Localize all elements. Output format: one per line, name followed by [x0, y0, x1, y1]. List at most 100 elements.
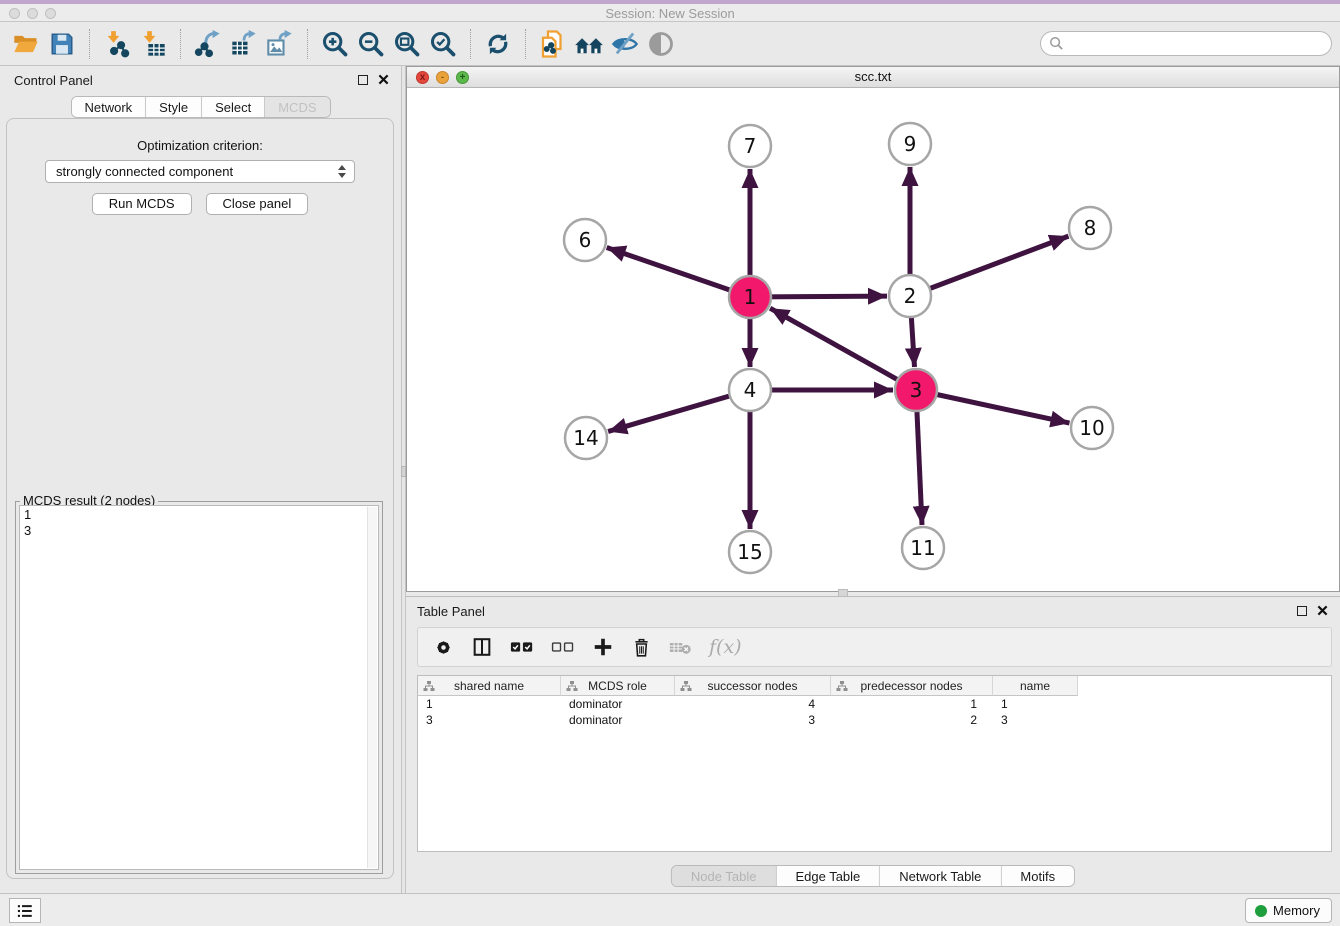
network-minimize-button[interactable]: - [436, 71, 449, 84]
graph-node-15[interactable]: 15 [729, 531, 771, 573]
column-header-predecessor-nodes[interactable]: predecessor nodes [831, 676, 993, 696]
zoom-in-button[interactable] [317, 26, 353, 62]
import-table-icon [139, 30, 167, 58]
toggle-visibility-button[interactable] [643, 26, 679, 62]
zoom-selected-button[interactable] [425, 26, 461, 62]
hide-selected-button[interactable] [607, 26, 643, 62]
deselect-all-icon[interactable] [551, 639, 575, 655]
graph-node-9[interactable]: 9 [889, 123, 931, 165]
export-network-button[interactable] [190, 26, 226, 62]
delete-column-trash-icon[interactable] [631, 637, 652, 658]
export-table-button[interactable] [226, 26, 262, 62]
open-session-button[interactable] [8, 26, 44, 62]
graph-node-6[interactable]: 6 [564, 219, 606, 261]
clone-network-icon [538, 29, 568, 59]
table-tab-node-table[interactable]: Node Table [672, 866, 777, 886]
control-panel-tabs: NetworkStyleSelectMCDS [70, 96, 330, 118]
graph-edge-3-10[interactable] [916, 390, 1070, 423]
graph-node-14[interactable]: 14 [565, 417, 607, 459]
tab-network[interactable]: Network [71, 97, 146, 117]
export-image-button[interactable] [262, 26, 298, 62]
table-panel: Table Panel f(x) shared nameMCDS rolesuc… [406, 596, 1340, 893]
column-header-mcds-role[interactable]: MCDS role [561, 676, 675, 696]
search-icon [1049, 36, 1064, 51]
network-maximize-button[interactable]: + [456, 71, 469, 84]
control-panel-title: Control Panel [14, 73, 93, 88]
zoom-window-button[interactable] [45, 8, 56, 19]
graph-edge-1-6[interactable] [607, 248, 750, 298]
delete-table-icon[interactable] [669, 639, 692, 656]
run-mcds-button[interactable]: Run MCDS [92, 193, 192, 215]
graph-node-11[interactable]: 11 [902, 527, 944, 569]
column-header-shared-name[interactable]: shared name [418, 676, 561, 696]
toolbar-separator [89, 29, 90, 59]
graph-node-10[interactable]: 10 [1071, 407, 1113, 449]
network-canvas[interactable]: 1 2 3 4 6 7 8 9 10 11 14 15 [407, 88, 1339, 591]
node-table: shared nameMCDS rolesuccessor nodesprede… [417, 675, 1332, 852]
table-tab-motifs[interactable]: Motifs [1001, 866, 1074, 886]
graph-node-3[interactable]: 3 [895, 369, 937, 411]
float-panel-button[interactable] [358, 75, 368, 85]
table-row[interactable]: 1dominator411 [418, 696, 1331, 712]
graph-node-7[interactable]: 7 [729, 125, 771, 167]
svg-text:3: 3 [910, 378, 923, 402]
result-item[interactable]: 3 [24, 523, 374, 539]
homes-icon [574, 29, 604, 59]
result-item[interactable]: 1 [24, 507, 374, 523]
table-header-row: shared nameMCDS rolesuccessor nodesprede… [418, 676, 1331, 696]
import-table-button[interactable] [135, 26, 171, 62]
eye-disabled-icon [647, 30, 675, 58]
import-network-button[interactable] [99, 26, 135, 62]
table-panel-title: Table Panel [417, 604, 485, 619]
table-cell: dominator [561, 696, 675, 712]
graph-node-1[interactable]: 1 [729, 276, 771, 318]
network-close-button[interactable]: x [416, 71, 429, 84]
split-panel-icon[interactable] [471, 636, 493, 658]
close-panel-icon[interactable] [378, 74, 389, 85]
toolbar-separator [525, 29, 526, 59]
graph-edge-3-1[interactable] [770, 308, 916, 390]
tab-mcds[interactable]: MCDS [265, 97, 329, 117]
clone-network-button[interactable] [535, 26, 571, 62]
close-table-panel-icon[interactable] [1317, 605, 1328, 616]
columns-settings-gear-icon[interactable] [433, 637, 454, 658]
toolbar-separator [470, 29, 471, 59]
table-tab-network-table[interactable]: Network Table [880, 866, 1001, 886]
graph-node-2[interactable]: 2 [889, 275, 931, 317]
graph-node-4[interactable]: 4 [729, 369, 771, 411]
function-builder-icon[interactable]: f(x) [709, 636, 742, 658]
column-header-name[interactable]: name [993, 676, 1078, 696]
float-table-panel-button[interactable] [1297, 606, 1307, 616]
graph-node-8[interactable]: 8 [1069, 207, 1111, 249]
table-panel-header: Table Panel [406, 597, 1340, 625]
home-view-button[interactable] [571, 26, 607, 62]
window-controls [9, 8, 56, 19]
tab-select[interactable]: Select [202, 97, 265, 117]
svg-text:1: 1 [744, 285, 757, 309]
criterion-select[interactable]: strongly connected component [45, 160, 355, 183]
select-all-icon[interactable] [510, 639, 534, 655]
zoom-fit-icon [393, 30, 421, 58]
memory-button[interactable]: Memory [1245, 898, 1332, 923]
task-history-button[interactable] [9, 898, 41, 923]
table-cell: 4 [675, 696, 831, 712]
add-column-icon[interactable] [592, 636, 614, 658]
save-session-button[interactable] [44, 26, 80, 62]
result-scrollbar[interactable] [367, 507, 377, 868]
svg-text:4: 4 [744, 378, 757, 402]
minimize-window-button[interactable] [27, 8, 38, 19]
column-header-successor-nodes[interactable]: successor nodes [675, 676, 831, 696]
table-tab-edge-table[interactable]: Edge Table [776, 866, 880, 886]
graph-edge-2-8[interactable] [910, 236, 1069, 296]
search-input[interactable] [1040, 31, 1332, 56]
tab-style[interactable]: Style [146, 97, 202, 117]
control-panel: Control Panel NetworkStyleSelectMCDS Opt… [0, 66, 401, 893]
zoom-fit-button[interactable] [389, 26, 425, 62]
table-row[interactable]: 3dominator323 [418, 712, 1331, 728]
mcds-result-list[interactable]: 13 [19, 505, 379, 870]
close-window-button[interactable] [9, 8, 20, 19]
close-panel-button[interactable]: Close panel [206, 193, 309, 215]
apply-layout-button[interactable] [480, 26, 516, 62]
zoom-out-button[interactable] [353, 26, 389, 62]
svg-text:11: 11 [910, 536, 935, 560]
